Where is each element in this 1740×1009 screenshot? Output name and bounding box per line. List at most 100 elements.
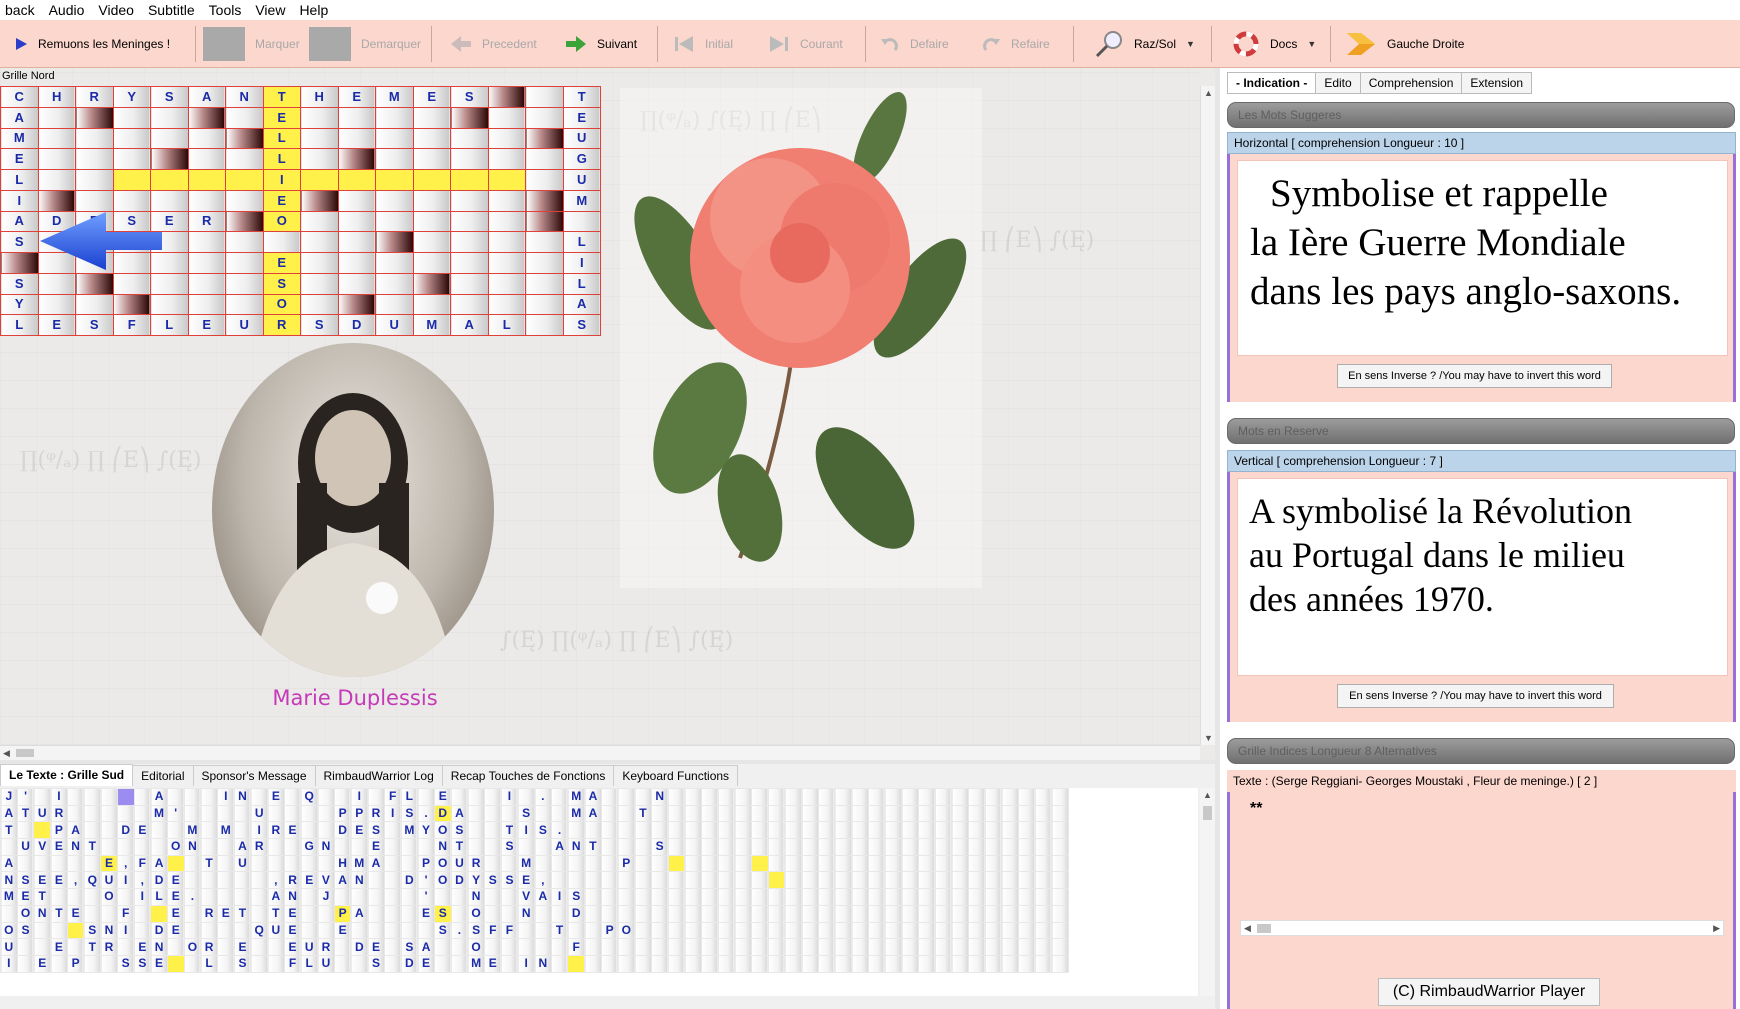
vertical-scrollbar[interactable]: ▲ ▼ bbox=[1200, 86, 1215, 745]
grid-cell[interactable]: E bbox=[50, 938, 68, 956]
grid-cell[interactable] bbox=[300, 189, 339, 212]
grid-cell[interactable] bbox=[37, 106, 76, 129]
grid-cell[interactable] bbox=[187, 252, 226, 274]
grid-cell[interactable] bbox=[1051, 938, 1069, 956]
grid-cell[interactable] bbox=[650, 871, 669, 890]
grid-cell[interactable]: Q bbox=[300, 788, 319, 806]
grid-cell[interactable] bbox=[767, 854, 786, 873]
grid-cell[interactable]: I bbox=[0, 189, 39, 212]
grid-cell[interactable] bbox=[412, 293, 451, 316]
grid-cell[interactable]: V bbox=[33, 838, 52, 856]
grid-cell[interactable]: E bbox=[333, 921, 352, 940]
grid-cell[interactable] bbox=[525, 210, 564, 233]
grid-cell[interactable] bbox=[567, 821, 586, 840]
grid-cell[interactable]: E bbox=[150, 954, 168, 973]
grid-cell[interactable]: U bbox=[300, 938, 319, 956]
grid-cell[interactable]: M bbox=[183, 821, 202, 840]
grid-cell[interactable] bbox=[487, 189, 526, 212]
grid-cell[interactable]: I bbox=[262, 169, 301, 191]
grid-cell[interactable] bbox=[817, 804, 836, 823]
grid-cell[interactable]: U bbox=[375, 314, 414, 336]
grid-cell[interactable]: E bbox=[367, 838, 385, 856]
grid-cell[interactable] bbox=[884, 938, 903, 956]
grid-cell[interactable] bbox=[617, 788, 636, 806]
grid-cell[interactable] bbox=[183, 854, 202, 873]
menu-item[interactable]: Help bbox=[294, 2, 337, 18]
grid-cell[interactable]: A bbox=[550, 838, 569, 856]
grid-cell[interactable]: A bbox=[562, 293, 601, 316]
grid-cell[interactable] bbox=[650, 804, 669, 823]
grid-cell[interactable] bbox=[350, 954, 369, 973]
grid-cell[interactable]: E bbox=[262, 189, 301, 212]
grid-cell[interactable]: M bbox=[375, 86, 414, 108]
grid-cell[interactable] bbox=[283, 854, 302, 873]
grid-cell[interactable] bbox=[884, 954, 903, 973]
grid-cell[interactable] bbox=[667, 871, 686, 890]
grid-cell[interactable] bbox=[1034, 938, 1053, 956]
grid-cell[interactable] bbox=[133, 904, 152, 923]
grid-cell[interactable]: V bbox=[517, 888, 535, 906]
grid-cell[interactable]: , bbox=[66, 871, 85, 890]
grid-cell[interactable] bbox=[1001, 788, 1019, 806]
reserve-words-bar[interactable]: Mots en Reserve bbox=[1227, 418, 1735, 444]
grid-cell[interactable] bbox=[951, 888, 969, 906]
grid-cell[interactable]: Y bbox=[467, 871, 485, 890]
grid-cell[interactable]: P bbox=[66, 954, 85, 973]
grid-cell[interactable] bbox=[116, 888, 135, 906]
grid-cell[interactable] bbox=[0, 252, 39, 274]
grid-cell[interactable]: I bbox=[116, 871, 135, 890]
grid-cell[interactable] bbox=[984, 938, 1003, 956]
grid-cell[interactable] bbox=[634, 888, 652, 906]
grid-cell[interactable] bbox=[450, 189, 489, 212]
grid-cell[interactable] bbox=[834, 821, 853, 840]
grid-cell[interactable] bbox=[700, 904, 719, 923]
grid-cell[interactable]: E bbox=[417, 904, 435, 923]
grid-cell[interactable] bbox=[784, 871, 802, 890]
grid-cell[interactable]: L bbox=[262, 148, 301, 170]
grid-cell[interactable]: A bbox=[350, 904, 369, 923]
grid-cell[interactable] bbox=[650, 904, 669, 923]
grid-cell[interactable] bbox=[834, 921, 853, 940]
grid-cell[interactable] bbox=[867, 904, 886, 923]
grid-cell[interactable] bbox=[375, 210, 414, 233]
grid-cell[interactable] bbox=[225, 127, 264, 150]
grid-cell[interactable] bbox=[75, 272, 114, 295]
grid-cell[interactable] bbox=[784, 804, 802, 823]
grid-cell[interactable] bbox=[225, 169, 264, 191]
grid-cell[interactable] bbox=[483, 804, 502, 823]
grid-cell[interactable] bbox=[233, 871, 252, 890]
grid-cell[interactable]: N bbox=[350, 871, 369, 890]
grid-cell[interactable] bbox=[133, 788, 152, 806]
grid-cell[interactable] bbox=[483, 854, 502, 873]
grid-cell[interactable] bbox=[562, 210, 601, 233]
grid-cell[interactable] bbox=[700, 888, 719, 906]
grid-cell[interactable]: L bbox=[562, 272, 601, 295]
grid-cell[interactable] bbox=[300, 904, 319, 923]
grid-cell[interactable]: A bbox=[267, 888, 285, 906]
grid-cell[interactable] bbox=[617, 938, 636, 956]
grid-cell[interactable] bbox=[1001, 871, 1019, 890]
grid-cell[interactable] bbox=[467, 821, 485, 840]
grid-cell[interactable] bbox=[734, 788, 752, 806]
suivant-button[interactable]: Suivant bbox=[565, 20, 637, 68]
grid-cell[interactable] bbox=[984, 838, 1003, 856]
grid-cell[interactable] bbox=[584, 888, 602, 906]
grid-cell[interactable]: E bbox=[417, 954, 435, 973]
grid-cell[interactable] bbox=[600, 954, 619, 973]
grid-cell[interactable] bbox=[917, 838, 936, 856]
grid-cell[interactable] bbox=[750, 804, 769, 823]
grid-cell[interactable] bbox=[66, 854, 85, 873]
grid-cell[interactable]: N bbox=[317, 838, 335, 856]
grid-cell[interactable] bbox=[433, 888, 452, 906]
grid-cell[interactable] bbox=[650, 938, 669, 956]
grid-cell[interactable] bbox=[1034, 804, 1053, 823]
grid-cell[interactable] bbox=[934, 838, 953, 856]
grid-cell[interactable] bbox=[1034, 788, 1053, 806]
grid-cell[interactable]: L bbox=[0, 314, 39, 336]
grid-cell[interactable] bbox=[150, 821, 168, 840]
grid-cell[interactable]: D bbox=[337, 314, 376, 336]
grid-cell[interactable] bbox=[83, 854, 102, 873]
grid-cell[interactable] bbox=[250, 788, 268, 806]
grid-cell[interactable] bbox=[834, 904, 853, 923]
grid-cell[interactable]: S bbox=[83, 921, 102, 940]
